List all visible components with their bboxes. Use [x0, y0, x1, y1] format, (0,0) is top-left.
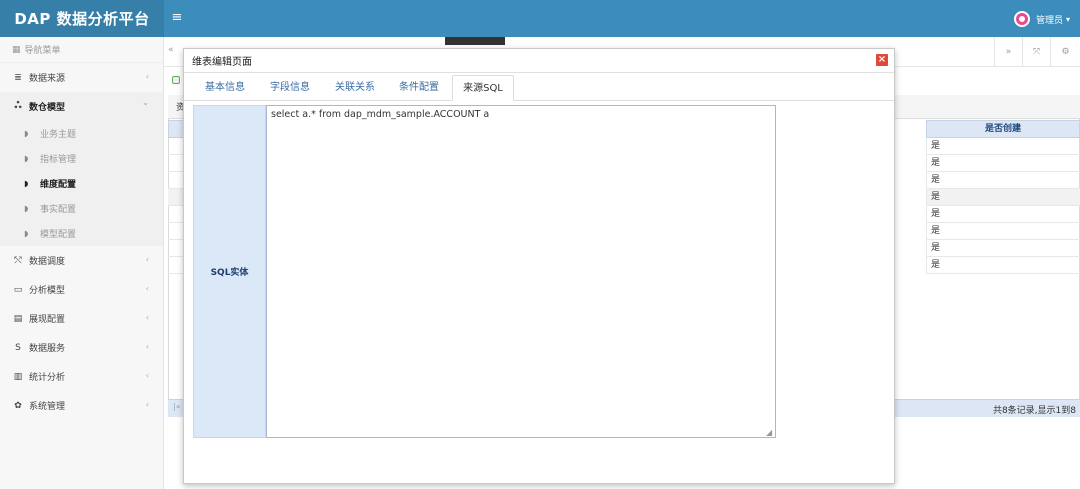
chevron-left-icon: ‹: [145, 284, 149, 293]
sidebar-subitem-label: 指标管理: [40, 155, 77, 165]
table-row[interactable]: 是: [926, 155, 1080, 172]
tab-field-info[interactable]: 字段信息: [260, 75, 320, 101]
first-page-icon[interactable]: |«: [173, 402, 181, 411]
sidebar-subitem-business-theme[interactable]: ◗ 业务主题: [0, 121, 163, 146]
sidebar-subitem-fact-config[interactable]: ◗ 事实配置: [0, 196, 163, 221]
scroll-left-icon[interactable]: «: [168, 45, 174, 55]
sidebar-subitem-label: 事实配置: [40, 205, 77, 215]
chevron-down-icon: ⌄: [142, 98, 149, 107]
chevron-left-icon: ‹: [145, 255, 149, 264]
sidebar-item-data-source[interactable]: ≣ 数据来源 ‹: [0, 63, 163, 92]
table-row[interactable]: 是: [926, 138, 1080, 155]
grid-header-left: [168, 120, 184, 138]
bar-chart-icon: ▥: [13, 371, 23, 382]
sidebar-item-analysis-model[interactable]: ▭ 分析模型 ‹: [0, 275, 163, 304]
tab-condition-config[interactable]: 条件配置: [389, 75, 449, 101]
grid-column-header[interactable]: 是否创建: [926, 120, 1080, 138]
close-icon[interactable]: ×: [876, 54, 888, 66]
sidebar-subitem-label: 维度配置: [40, 180, 77, 190]
sql-entity-textarea[interactable]: select a.* from dap_mdm_sample.ACCOUNT a: [266, 105, 776, 438]
sidebar-item-label: 系统管理: [29, 402, 66, 412]
gear-icon[interactable]: ⚙: [1050, 37, 1080, 67]
leaf-icon: ◗: [24, 179, 29, 188]
resize-grip-icon[interactable]: ◢: [766, 428, 775, 437]
dimension-edit-dialog: 维表编辑页面 × 基本信息 字段信息 关联关系 条件配置 来源SQL SQL实体…: [183, 48, 895, 484]
add-icon[interactable]: [172, 76, 180, 84]
grid-rows: 是 是 是 是 是 是 是 是: [926, 138, 1080, 274]
table-row[interactable]: 是: [926, 240, 1080, 257]
sidebar-item-label: 数据服务: [29, 344, 66, 354]
sidebar-item-label: 统计分析: [29, 373, 66, 383]
leaf-icon: ◗: [24, 129, 29, 138]
leaf-icon: ◗: [24, 229, 29, 238]
table-row[interactable]: 是: [926, 223, 1080, 240]
nav-title: ▦ 导航菜单: [0, 37, 163, 63]
chevron-down-icon: ▾: [1065, 14, 1070, 24]
dialog-title: 维表编辑页面: [184, 49, 894, 73]
menu-toggle-icon[interactable]: ≡: [170, 9, 184, 27]
sidebar-item-label: 分析模型: [29, 286, 66, 296]
pagination-info: 共8条记录,显示1到8: [992, 406, 1076, 416]
active-page-tab[interactable]: [445, 37, 505, 45]
sidebar-subitem-dimension-config[interactable]: ◗ 维度配置: [0, 171, 163, 196]
sidebar-item-label: 数据来源: [29, 74, 66, 84]
film-icon: ▤: [13, 313, 23, 324]
sidebar-item-statistics[interactable]: ▥ 统计分析 ‹: [0, 362, 163, 391]
sql-entity-label: SQL实体: [193, 105, 266, 438]
sitemap-icon: ஃ: [14, 101, 22, 111]
table-row[interactable]: 是: [926, 172, 1080, 189]
leaf-icon: ◗: [24, 204, 29, 213]
chevron-left-icon: ‹: [145, 313, 149, 322]
sidebar-subitem-label: 模型配置: [40, 230, 77, 240]
dialog-tabs: 基本信息 字段信息 关联关系 条件配置 来源SQL: [184, 75, 894, 101]
chevron-left-icon: ‹: [145, 371, 149, 380]
sidebar: ▦ 导航菜单 ≣ 数据来源 ‹ ஃ 数仓模型 ⌄ ◗ 业务主题 ◗ 指标管理 ◗…: [0, 37, 164, 489]
database-icon: ≣: [14, 72, 22, 83]
sidebar-item-label: 数据调度: [29, 257, 66, 267]
sidebar-subitem-model-config[interactable]: ◗ 模型配置: [0, 221, 163, 246]
app-brand[interactable]: DAP 数据分析平台: [0, 0, 164, 37]
scroll-right-icon[interactable]: »: [994, 37, 1022, 67]
shuffle-icon: ⤲: [14, 255, 22, 266]
sidebar-subitem-label: 业务主题: [40, 130, 77, 140]
top-header: DAP 数据分析平台 ≡ 管理员 ▾: [0, 0, 1080, 37]
table-row[interactable]: 是: [926, 257, 1080, 274]
grid-icon: ▦: [12, 44, 21, 55]
sidebar-item-data-schedule[interactable]: ⤲ 数据调度 ‹: [0, 246, 163, 275]
leaf-icon: ◗: [24, 154, 29, 163]
sidebar-item-warehouse-model[interactable]: ஃ 数仓模型 ⌄: [0, 92, 163, 121]
chevron-left-icon: ‹: [145, 72, 149, 81]
sidebar-item-display-config[interactable]: ▤ 展现配置 ‹: [0, 304, 163, 333]
monitor-icon: ▭: [13, 284, 23, 295]
submenu: ◗ 业务主题 ◗ 指标管理 ◗ 维度配置 ◗ 事实配置 ◗ 模型配置: [0, 121, 163, 246]
tab-relations[interactable]: 关联关系: [325, 75, 385, 101]
table-row[interactable]: 是: [926, 189, 1080, 206]
user-menu[interactable]: 管理员 ▾: [1013, 9, 1070, 29]
sidebar-item-label: 展现配置: [29, 315, 66, 325]
chevron-left-icon: ‹: [145, 342, 149, 351]
gear-icon: ✿: [14, 400, 22, 411]
tab-source-sql[interactable]: 来源SQL: [452, 75, 514, 101]
sidebar-item-data-service[interactable]: S 数据服务 ‹: [0, 333, 163, 362]
user-name: 管理员: [1035, 15, 1063, 26]
nav-title-label: 导航菜单: [24, 46, 61, 56]
sidebar-item-label: 数仓模型: [29, 103, 66, 113]
user-avatar-icon: [1013, 11, 1030, 27]
chevron-left-icon: ‹: [145, 400, 149, 409]
sidebar-subitem-metrics[interactable]: ◗ 指标管理: [0, 146, 163, 171]
fullscreen-icon[interactable]: ⤧: [1022, 37, 1050, 67]
grid-left-rows: [168, 138, 184, 274]
table-row[interactable]: 是: [926, 206, 1080, 223]
tab-basic-info[interactable]: 基本信息: [195, 75, 255, 101]
dollar-icon: S: [15, 342, 21, 353]
sidebar-item-system[interactable]: ✿ 系统管理 ‹: [0, 391, 163, 420]
